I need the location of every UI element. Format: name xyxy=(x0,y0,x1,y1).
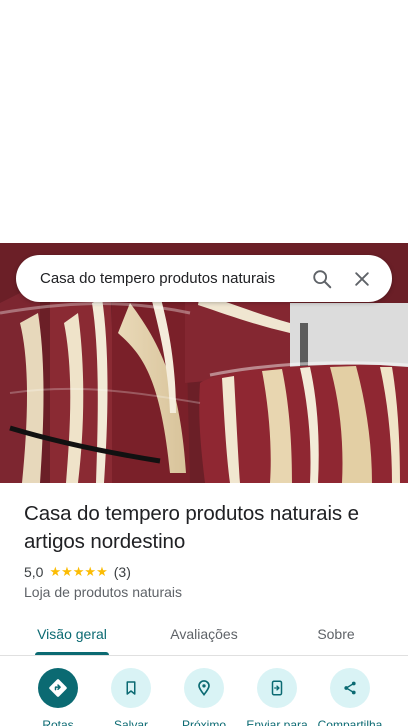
directions-label: Rotas xyxy=(42,718,74,726)
send-to-phone-label: Enviar para xyxy=(246,718,308,726)
share-button[interactable]: Compartilha xyxy=(310,668,390,726)
action-bar: Rotas Salvar Próximo Enviar para Compart… xyxy=(0,668,408,726)
place-category[interactable]: Loja de produtos naturais xyxy=(24,584,182,600)
directions-icon xyxy=(38,668,78,708)
review-count[interactable]: (3) xyxy=(114,564,131,580)
close-icon[interactable] xyxy=(342,259,382,299)
map-area[interactable] xyxy=(0,0,408,243)
search-icon[interactable] xyxy=(302,259,342,299)
save-label: Salvar xyxy=(113,718,148,726)
star-rating-icon: ★★★★★ xyxy=(49,564,108,579)
rating-row[interactable]: 5,0 ★★★★★ (3) xyxy=(24,563,131,581)
rating-value: 5,0 xyxy=(24,564,44,580)
place-tabs: Visão geral Avaliações Sobre xyxy=(0,612,408,656)
directions-button[interactable]: Rotas xyxy=(18,668,98,726)
nearby-label: Próximo xyxy=(181,718,226,726)
send-to-phone-icon xyxy=(257,668,297,708)
send-to-phone-button[interactable]: Enviar para xyxy=(237,668,317,726)
tab-reviews[interactable]: Avaliações xyxy=(152,612,256,656)
share-icon xyxy=(330,668,370,708)
nearby-icon xyxy=(184,668,224,708)
search-input[interactable]: Casa do tempero produtos naturais xyxy=(40,270,302,287)
nearby-button[interactable]: Próximo xyxy=(164,668,244,726)
tab-about[interactable]: Sobre xyxy=(300,612,372,656)
bookmark-icon xyxy=(111,668,151,708)
search-bar[interactable]: Casa do tempero produtos naturais xyxy=(16,255,392,302)
place-title: Casa do tempero produtos naturais e arti… xyxy=(24,502,359,553)
tab-overview[interactable]: Visão geral xyxy=(24,612,120,656)
active-tab-indicator xyxy=(35,652,109,655)
share-label: Compartilha xyxy=(317,718,383,726)
save-button[interactable]: Salvar xyxy=(91,668,171,726)
